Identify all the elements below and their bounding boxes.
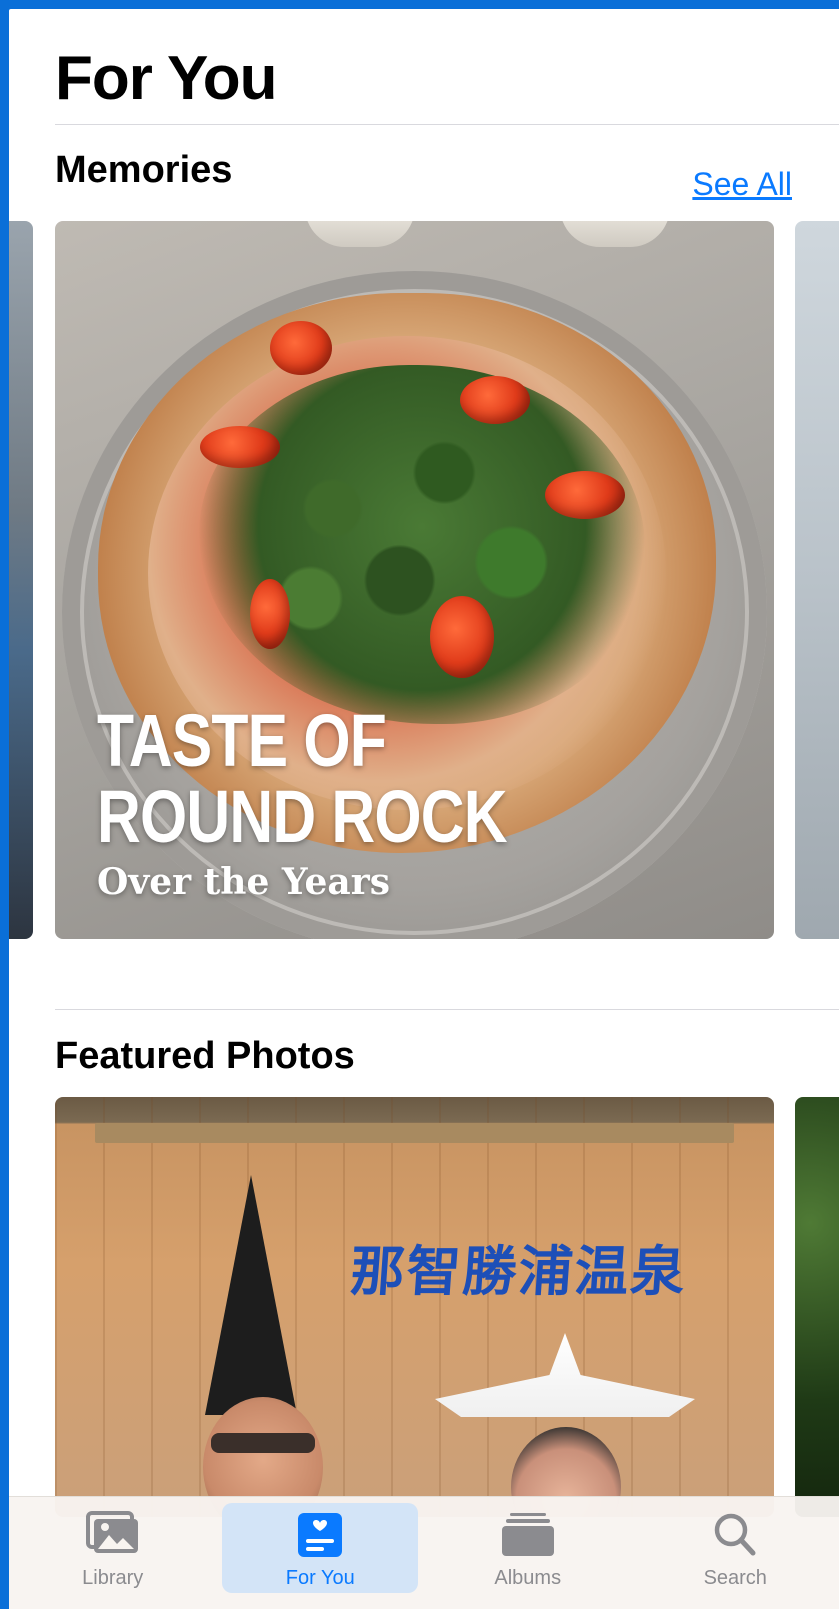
library-icon bbox=[85, 1511, 138, 1553]
for-you-screen: For You Memories See All TASTE OF ROUND … bbox=[9, 9, 839, 1609]
for-you-icon bbox=[298, 1513, 343, 1557]
memory-title: TASTE OF ROUND ROCK bbox=[97, 699, 508, 858]
tab-search-label: Search bbox=[703, 1567, 767, 1589]
tab-albums[interactable]: Albums bbox=[430, 1503, 626, 1593]
dark-hat-image bbox=[205, 1175, 297, 1415]
page-title: For You bbox=[55, 44, 277, 113]
previous-memory-card[interactable] bbox=[9, 221, 33, 939]
tab-search[interactable]: Search bbox=[637, 1503, 833, 1593]
tab-library-label: Library bbox=[82, 1567, 144, 1589]
featured-section-title: Featured Photos bbox=[55, 1035, 355, 1077]
tab-for-you[interactable]: For You bbox=[222, 1503, 419, 1593]
photo-sign-text: 那智勝浦温泉 bbox=[348, 1240, 689, 1303]
header-divider bbox=[55, 124, 839, 125]
albums-icon bbox=[501, 1513, 554, 1556]
next-featured-photo[interactable] bbox=[795, 1097, 839, 1517]
next-memory-card[interactable] bbox=[795, 221, 839, 939]
see-all-link[interactable]: See All bbox=[692, 166, 792, 203]
featured-photo-card[interactable]: 那智勝浦温泉 bbox=[55, 1097, 774, 1517]
memory-subtitle: Over the Years bbox=[97, 861, 390, 903]
tab-for-you-label: For You bbox=[285, 1567, 355, 1589]
tab-albums-label: Albums bbox=[494, 1567, 562, 1589]
cup-image bbox=[305, 221, 415, 247]
search-icon bbox=[715, 1513, 756, 1556]
cup-image bbox=[560, 221, 670, 247]
memory-card-caption: TASTE OF ROUND ROCK Over the Years bbox=[97, 699, 597, 904]
memories-section-title: Memories bbox=[55, 149, 233, 191]
tab-bar: Library For You Albums Search bbox=[9, 1496, 839, 1609]
memory-card[interactable]: TASTE OF ROUND ROCK Over the Years bbox=[55, 221, 774, 939]
tab-library[interactable]: Library bbox=[15, 1503, 211, 1593]
section-divider bbox=[55, 1009, 839, 1010]
